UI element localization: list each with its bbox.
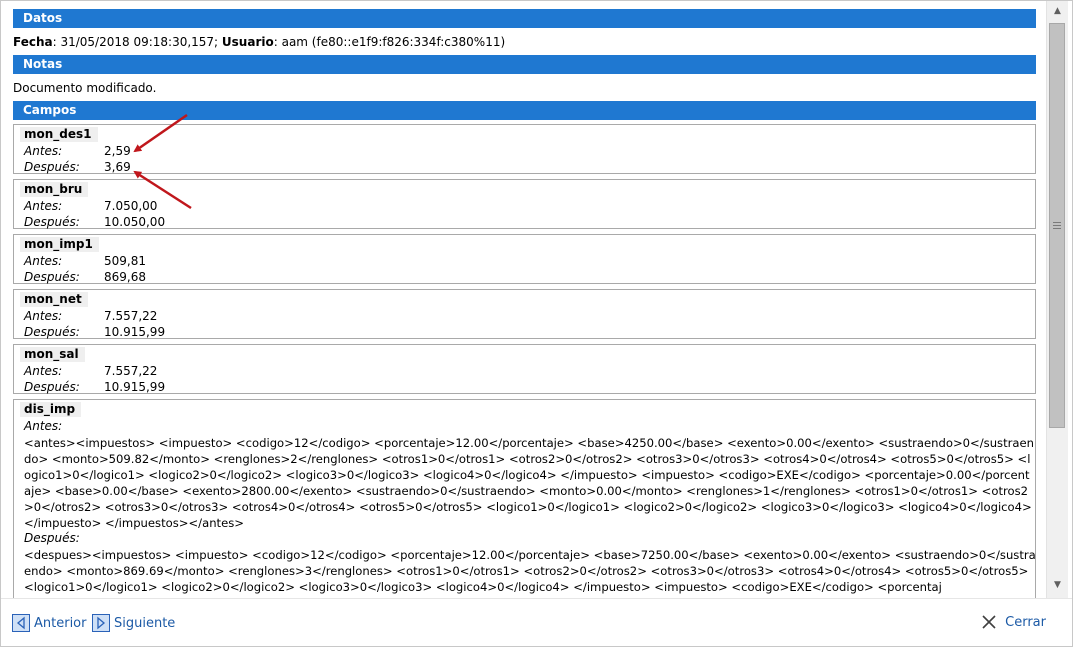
- antes-label: Antes:: [24, 364, 63, 378]
- siguiente-label: Siguiente: [114, 615, 176, 631]
- anterior-label: Anterior: [34, 615, 87, 631]
- despues-label: Después:: [24, 380, 80, 394]
- section-header-campos: Campos: [13, 101, 1036, 120]
- field-name: mon_net: [20, 292, 88, 307]
- datos-line: Fecha: 31/05/2018 09:18:30,157; Usuario:…: [13, 35, 505, 49]
- history-dialog: Datos Fecha: 31/05/2018 09:18:30,157; Us…: [0, 0, 1073, 647]
- scroll-up-icon[interactable]: ▲: [1051, 5, 1064, 18]
- dialog-footer: Anterior Siguiente Cerrar: [1, 598, 1072, 646]
- field-name: mon_sal: [20, 347, 85, 362]
- usuario-value: : aam (fe80::e1f9:f826:334f:c380%11): [273, 35, 506, 49]
- despues-label: Después:: [24, 325, 80, 339]
- field-box-mon-des1: mon_des1 Antes: 2,59 Después: 3,69: [13, 124, 1036, 174]
- field-name: mon_imp1: [20, 237, 99, 252]
- despues-label: Después:: [24, 160, 80, 174]
- antes-value: 509,81: [104, 254, 146, 268]
- notas-text: Documento modificado.: [13, 81, 157, 95]
- despues-label: Después:: [24, 270, 80, 284]
- section-header-datos: Datos: [13, 9, 1036, 28]
- dis-imp-antes-xml: <antes><impuestos> <impuesto> <codigo>12…: [24, 436, 1034, 530]
- fecha-value: : 31/05/2018 09:18:30,157;: [52, 35, 222, 49]
- arrow-left-icon: [12, 614, 30, 632]
- cerrar-button[interactable]: Cerrar: [981, 614, 1046, 630]
- section-header-notas: Notas: [13, 55, 1036, 74]
- antes-label: Antes:: [24, 144, 63, 158]
- grip-line: [1053, 225, 1061, 226]
- antes-label: Antes:: [24, 199, 63, 213]
- siguiente-button[interactable]: Siguiente: [92, 613, 175, 633]
- field-name: mon_bru: [20, 182, 89, 197]
- antes-value: 2,59: [104, 144, 131, 158]
- antes-label: Antes:: [24, 419, 63, 433]
- scrollbar-thumb[interactable]: [1049, 23, 1065, 428]
- field-box-mon-imp1: mon_imp1 Antes: 509,81 Después: 869,68: [13, 234, 1036, 284]
- arrow-right-icon: [92, 614, 110, 632]
- field-box-dis-imp: dis_imp Antes: <antes><impuestos> <impue…: [13, 399, 1036, 598]
- field-name: mon_des1: [20, 127, 98, 142]
- despues-value: 10.915,99: [104, 380, 166, 394]
- antes-label: Antes:: [24, 309, 63, 323]
- close-x-icon: [982, 615, 996, 629]
- despues-value: 10.050,00: [104, 215, 166, 229]
- grip-line: [1053, 222, 1061, 223]
- despues-label: Después:: [24, 531, 80, 545]
- fecha-label: Fecha: [13, 35, 53, 49]
- scroll-down-icon[interactable]: ▼: [1051, 579, 1064, 592]
- antes-value: 7.557,22: [104, 309, 158, 323]
- vertical-scrollbar[interactable]: ▲ ▼: [1046, 1, 1068, 598]
- despues-value: 10.915,99: [104, 325, 166, 339]
- field-box-mon-bru: mon_bru Antes: 7.050,00 Después: 10.050,…: [13, 179, 1036, 229]
- antes-label: Antes:: [24, 254, 63, 268]
- despues-value: 869,68: [104, 270, 146, 284]
- history-content: Datos Fecha: 31/05/2018 09:18:30,157; Us…: [1, 1, 1046, 598]
- grip-line: [1053, 228, 1061, 229]
- field-box-mon-sal: mon_sal Antes: 7.557,22 Después: 10.915,…: [13, 344, 1036, 394]
- anterior-button[interactable]: Anterior: [12, 613, 86, 633]
- despues-label: Después:: [24, 215, 80, 229]
- dis-imp-despues-xml: <despues><impuestos> <impuesto> <codigo>…: [24, 548, 1036, 594]
- usuario-label: Usuario: [221, 35, 274, 49]
- despues-value: 3,69: [104, 160, 131, 174]
- field-box-mon-net: mon_net Antes: 7.557,22 Después: 10.915,…: [13, 289, 1036, 339]
- field-name: dis_imp: [20, 402, 82, 417]
- antes-value: 7.050,00: [104, 199, 158, 213]
- antes-value: 7.557,22: [104, 364, 158, 378]
- cerrar-label: Cerrar: [1005, 614, 1046, 630]
